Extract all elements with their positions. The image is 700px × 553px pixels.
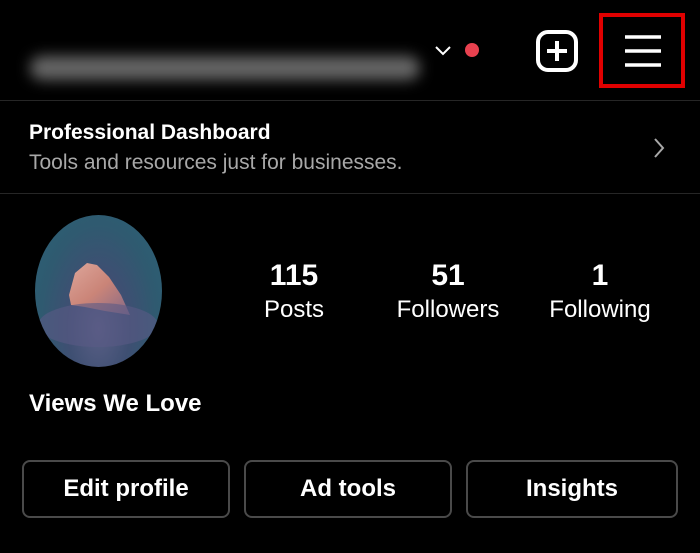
- username-switcher[interactable]: [20, 20, 490, 80]
- stat-label: Posts: [263, 296, 325, 323]
- stat-value: 51: [431, 259, 465, 292]
- blurred-username: [30, 56, 420, 80]
- menu-button[interactable]: [599, 13, 685, 88]
- notification-dot: [465, 43, 479, 57]
- stat-label: Followers: [396, 296, 500, 323]
- stat-following[interactable]: 1 Following: [530, 258, 670, 326]
- chevron-down-icon: [435, 46, 451, 56]
- stat-posts[interactable]: 115 Posts: [224, 258, 364, 326]
- profile-name: Views We Love: [29, 390, 202, 417]
- divider: [0, 193, 700, 194]
- insights-button[interactable]: Insights: [466, 460, 678, 518]
- dashboard-title: Professional Dashboard: [29, 121, 271, 144]
- plus-square-icon[interactable]: [535, 29, 579, 73]
- stat-label: Following: [549, 296, 651, 323]
- avatar[interactable]: [35, 215, 162, 367]
- hamburger-menu-icon: [625, 35, 661, 67]
- chevron-right-icon: [654, 138, 665, 158]
- mountain-image: [38, 263, 158, 347]
- stat-followers[interactable]: 51 Followers: [378, 258, 518, 326]
- stat-value: 1: [591, 259, 609, 292]
- dashboard-subtitle: Tools and resources just for businesses.: [29, 151, 403, 174]
- edit-profile-button[interactable]: Edit profile: [22, 460, 230, 518]
- professional-dashboard-link[interactable]: Professional Dashboard Tools and resourc…: [0, 101, 700, 193]
- stat-value: 115: [269, 259, 319, 292]
- ad-tools-button[interactable]: Ad tools: [244, 460, 452, 518]
